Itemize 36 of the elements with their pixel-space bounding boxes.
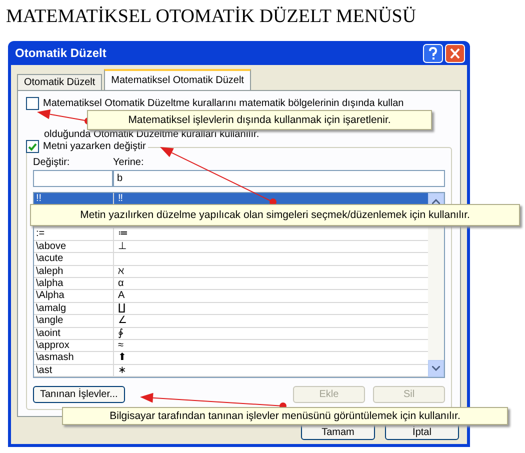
check-icon [28,142,37,150]
field-label: Değiştir: [33,157,71,168]
list-row[interactable]: \ast ∗ [34,364,428,378]
field-label: Yerine: [113,157,145,168]
list-row[interactable]: \approx ≈ [34,340,428,352]
scroll-down-button[interactable] [428,360,444,377]
list-row[interactable]: \alpha α [34,278,428,290]
close-icon[interactable] [445,44,465,62]
callout-tooltip: Bilgisayar tarafından tanınan işlevler menüsünü görüntülemek için kullanılır. [62,407,508,425]
callout-tooltip: Matematiksel işlevlerin dışında kullanmak için işaretlenir. [87,110,432,130]
list-row[interactable]: !! ‼ [34,193,428,206]
chevron-down-icon [432,366,440,371]
checkbox-label: Metni yazarken değiştir [43,141,146,152]
window-title: Otomatik Düzelt [15,46,106,60]
list-row[interactable]: \aleph ℵ [34,266,428,278]
tab[interactable]: Matematiksel Otomatik Düzelt [104,69,251,90]
checkbox[interactable] [26,140,39,153]
list-row[interactable]: := ≔ [34,228,428,241]
checkbox-label: Matematiksel Otomatik Düzeltme kurallarını matematik bölgelerinin dışında kullan [43,98,404,109]
list-row[interactable]: \aoint ∳ [34,328,428,340]
description-text: olduğunda Otomatik Düzeltme kuralları kullanılır. [44,129,260,140]
help-icon[interactable] [423,44,443,62]
list-row[interactable]: \asmash ⬆ [34,352,428,365]
callout-tooltip: Metin yazılırken düzelme yapılıcak olan simgeleri seçmek/düzenlemek için kullanılır. [30,204,520,226]
checkbox[interactable] [26,97,39,110]
list-row[interactable]: \amalg ∐ [34,302,428,316]
list-row[interactable]: \Alpha Α [34,290,428,303]
page-heading: MATEMATİKSEL OTOMATİK DÜZELT MENÜSÜ [5,5,418,29]
dialog-button[interactable]: Tanınan İşlevler... [33,386,125,403]
tab[interactable]: Otomatik Düzelt [17,74,102,90]
list-row[interactable]: \above ⊥ [34,240,428,254]
list-row[interactable]: \angle ∠ [34,315,428,328]
input-field[interactable]: b [113,170,445,187]
chevron-up-icon [432,199,440,204]
input-field[interactable] [33,170,113,187]
list-row[interactable]: \acute [34,253,428,266]
